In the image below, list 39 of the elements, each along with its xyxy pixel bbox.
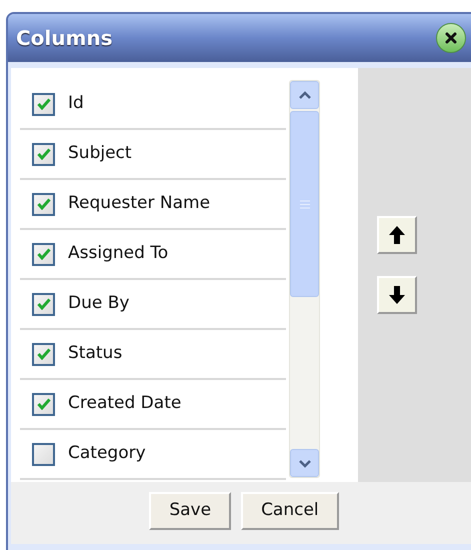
scrollbar[interactable] bbox=[289, 80, 320, 478]
chevron-down-icon bbox=[298, 458, 312, 468]
column-option[interactable]: Assigned To bbox=[20, 230, 286, 280]
window-title: Columns bbox=[16, 25, 112, 52]
column-option[interactable]: Created Date bbox=[20, 380, 286, 430]
checkbox[interactable] bbox=[32, 192, 55, 216]
move-up-button[interactable] bbox=[376, 216, 416, 254]
scroll-thumb[interactable] bbox=[290, 111, 319, 297]
column-option[interactable]: Subject bbox=[20, 130, 286, 180]
scroll-down-button[interactable] bbox=[290, 449, 319, 477]
dialog-button[interactable]: Save bbox=[149, 492, 232, 530]
checkbox[interactable] bbox=[32, 442, 55, 466]
grip-icon bbox=[300, 200, 310, 208]
close-icon bbox=[445, 32, 457, 44]
checkbox[interactable] bbox=[32, 342, 55, 366]
column-option[interactable]: Requester Name bbox=[20, 180, 286, 230]
column-option[interactable]: Status bbox=[20, 330, 286, 380]
column-option[interactable]: Id bbox=[20, 80, 286, 130]
checkbox[interactable] bbox=[32, 242, 55, 266]
check-icon bbox=[36, 348, 50, 360]
check-icon bbox=[36, 98, 50, 110]
checkbox[interactable] bbox=[32, 292, 55, 316]
chevron-up-icon bbox=[298, 90, 312, 100]
checkbox[interactable] bbox=[32, 142, 55, 166]
scroll-up-button[interactable] bbox=[290, 81, 319, 109]
check-icon bbox=[36, 298, 50, 310]
column-option[interactable]: Due By bbox=[20, 280, 286, 330]
check-icon bbox=[36, 398, 50, 410]
checkbox[interactable] bbox=[32, 392, 55, 416]
dialog-button[interactable]: Cancel bbox=[241, 492, 339, 530]
check-icon bbox=[36, 248, 50, 260]
checkbox[interactable] bbox=[32, 92, 55, 116]
move-down-button[interactable] bbox=[376, 276, 416, 314]
arrow-up-icon bbox=[388, 225, 406, 245]
check-icon bbox=[36, 198, 50, 210]
arrow-down-icon bbox=[388, 285, 406, 305]
column-option[interactable]: Category bbox=[20, 430, 286, 480]
check-icon bbox=[36, 148, 50, 160]
close-button[interactable] bbox=[436, 23, 466, 53]
